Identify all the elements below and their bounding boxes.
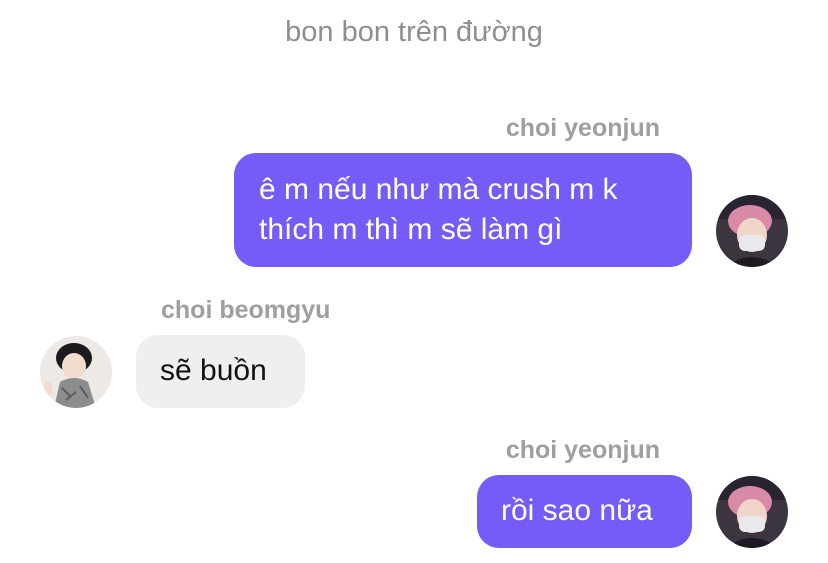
message-text: rồi sao nữa xyxy=(501,494,653,527)
message-bubble-outgoing[interactable]: rồi sao nữa xyxy=(477,475,692,548)
profile-photo-icon xyxy=(716,195,788,267)
avatar-yeonjun[interactable] xyxy=(716,195,788,267)
sender-name-yeonjun: choi yeonjun xyxy=(505,436,660,464)
avatar-yeonjun[interactable] xyxy=(716,476,788,548)
avatar-beomgyu[interactable] xyxy=(40,336,112,408)
profile-photo-icon xyxy=(716,476,788,548)
chat-title: bon bon trên đường xyxy=(285,16,543,48)
profile-photo-icon xyxy=(40,336,112,408)
message-text: sẽ buồn xyxy=(160,354,267,387)
message-text: ê m nếu như mà crush m k thích m thì m s… xyxy=(259,173,618,246)
message-bubble-outgoing[interactable]: ê m nếu như mà crush m k thích m thì m s… xyxy=(234,153,692,267)
sender-name-beomgyu: choi beomgyu xyxy=(161,296,331,324)
sender-name-yeonjun: choi yeonjun xyxy=(505,114,660,142)
message-bubble-incoming[interactable]: sẽ buồn xyxy=(136,335,305,408)
